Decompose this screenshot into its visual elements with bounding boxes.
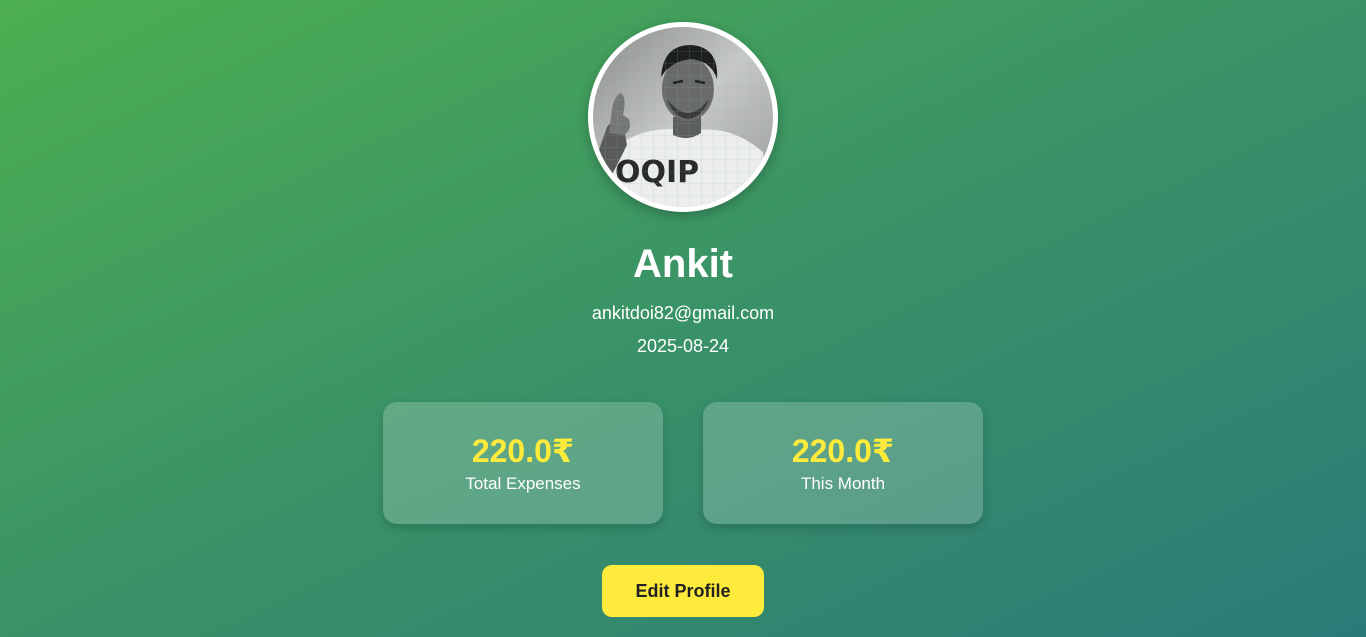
profile-photo: OQIP: [593, 27, 773, 207]
profile-join-date: 2025-08-24: [636, 336, 730, 356]
avatar: OQIP: [588, 22, 778, 212]
profile-email: ankitdoi82@gmail.com: [591, 303, 775, 323]
profile-name: Ankit: [633, 242, 733, 286]
profile-container: OQIP Ankit ankitdoi82@gmail.com 2025-08-…: [0, 0, 1366, 637]
this-month-value: 220.0₹: [791, 433, 895, 469]
total-expenses-value: 220.0₹: [471, 433, 575, 469]
edit-profile-button[interactable]: Edit Profile: [602, 565, 764, 617]
this-month-label: This Month: [800, 474, 886, 493]
total-expenses-label: Total Expenses: [465, 474, 581, 493]
this-month-card: 220.0₹ This Month: [703, 402, 983, 524]
total-expenses-card: 220.0₹ Total Expenses: [383, 402, 663, 524]
